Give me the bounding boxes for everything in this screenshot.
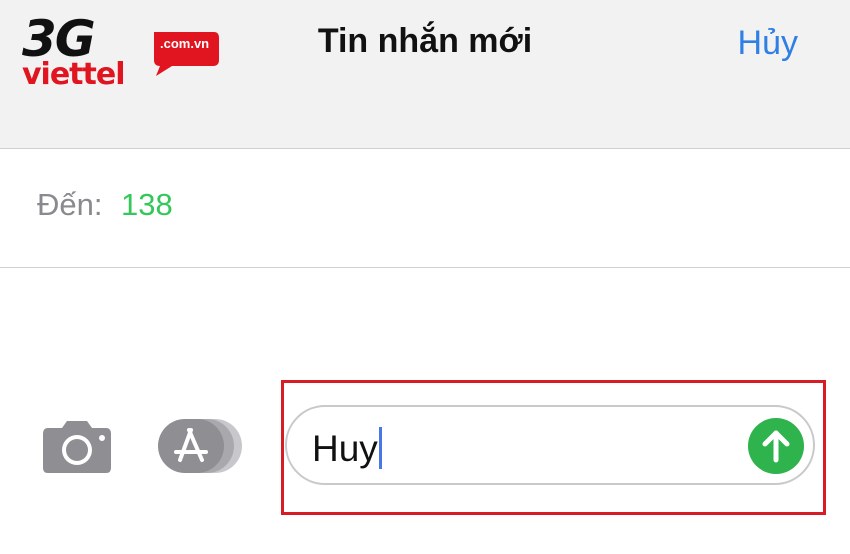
navigation-header: 3G .com.vn viettel Tin nhắn mới Hủy — [0, 0, 850, 149]
logo-viettel-text: viettel — [22, 57, 125, 92]
cancel-button[interactable]: Hủy — [738, 24, 798, 63]
text-cursor — [378, 427, 382, 469]
camera-icon[interactable] — [42, 418, 112, 474]
page-title: Tin nhắn mới — [317, 22, 533, 60]
recipient-label: Đến: — [37, 187, 103, 222]
send-button[interactable] — [748, 418, 804, 474]
app-store-icon[interactable] — [158, 418, 244, 474]
recipient-row[interactable]: Đến: 138 — [0, 149, 850, 268]
recipient-value[interactable]: 138 — [121, 187, 173, 223]
send-arrow-icon — [762, 430, 790, 463]
message-input[interactable]: Huy — [285, 405, 815, 485]
message-text: Huy — [312, 427, 382, 470]
